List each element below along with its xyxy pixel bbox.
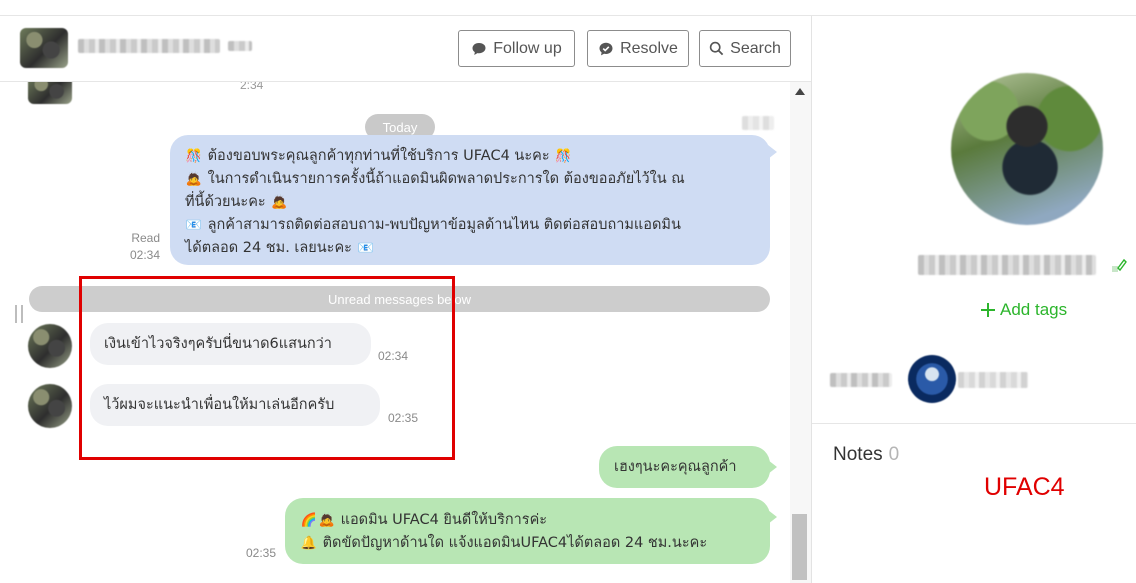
profile-name-redacted	[918, 255, 1096, 275]
message-line: 🔔 ติดขัดปัญหาด้านใด แจ้งแอดมินUFAC4ได้ตล…	[300, 532, 770, 555]
add-tags-label: Add tags	[1000, 300, 1068, 319]
message-text: ไว้ผมจะแนะนำเพื่อนให้มาเล่นอีกครับ	[104, 397, 335, 413]
message-line: 🙇 ในการดำเนินรายการครั้งนี้ถ้าแอดมินผิดพ…	[185, 168, 770, 191]
envelope-icon: 📧	[357, 241, 374, 256]
sidebar-divider	[812, 423, 1136, 424]
message-time: 02:35	[245, 546, 276, 560]
contact-status-redacted	[228, 41, 252, 51]
message-text: ในการดำเนินรายการครั้งนี้ถ้าแอดมินผิดพลา…	[207, 171, 685, 187]
scroll-thumb[interactable]	[792, 514, 807, 580]
read-status: Read	[131, 231, 160, 245]
follow-up-button[interactable]: Follow up	[458, 30, 575, 67]
message-line: 📧 ลูกค้าสามารถติดต่อสอบถาม-พบปัญหาข้อมูล…	[185, 214, 770, 237]
message-time: 02:34	[129, 248, 160, 262]
chat-bubble-icon	[472, 42, 486, 55]
message-text: เงินเข้าไวจริงๆครับนี่ขนาด6แสนกว่า	[104, 336, 332, 352]
bubble-tail	[768, 510, 777, 524]
resolve-button[interactable]: Resolve	[587, 30, 689, 67]
message-line: ได้ตลอด 24 ชม. เลยนะคะ 📧	[185, 237, 770, 260]
bubble-tail	[768, 145, 777, 159]
resize-handle[interactable]	[15, 305, 23, 323]
chat-panel: Follow up Resolve Search 2:34 Today Read…	[0, 16, 812, 583]
sender-avatar[interactable]	[28, 384, 72, 428]
message-list[interactable]: 2:34 Today Read 02:34 🎊 ต้องขอบพระคุณลูก…	[0, 76, 790, 583]
contact-name-redacted	[78, 39, 220, 53]
message-text: ติดขัดปัญหาด้านใด แจ้งแอดมินUFAC4ได้ตลอด…	[322, 535, 708, 551]
contact-avatar[interactable]	[20, 28, 68, 68]
incoming-message[interactable]: เงินเข้าไวจริงๆครับนี่ขนาด6แสนกว่า	[90, 323, 371, 365]
outgoing-message[interactable]: เฮงๆนะคะคุณลูกค้า	[599, 446, 777, 488]
envelope-icon: 📧	[185, 218, 203, 233]
message-time: 02:35	[388, 411, 419, 425]
check-bubble-icon	[599, 42, 613, 55]
plus-icon	[981, 303, 995, 317]
notes-section: Notes 0	[833, 444, 899, 466]
bell-icon: 🔔	[300, 536, 318, 551]
bowing-person-icon: 🙇	[318, 513, 336, 528]
top-bar	[0, 0, 1136, 16]
bowing-person-icon: 🙇	[185, 172, 203, 187]
message-text: ที่นี้ด้วยนะคะ	[185, 194, 266, 210]
message-text: ต้องขอบพระคุณลูกค้าทุกท่านที่ใช้บริการ U…	[207, 148, 550, 164]
edit-pencil-icon[interactable]	[1110, 254, 1128, 274]
redacted-mark	[742, 116, 774, 130]
unread-divider: Unread messages below	[29, 286, 770, 312]
message-text: ได้ตลอด 24 ชม. เลยนะคะ	[185, 240, 352, 256]
note-text[interactable]: UFAC4	[984, 473, 1065, 502]
message-time: 02:34	[378, 349, 409, 363]
profile-picture	[951, 73, 1103, 225]
read-receipt: Read 02:34	[112, 230, 160, 264]
assignee-label-redacted	[830, 373, 892, 387]
search-button[interactable]: Search	[699, 30, 791, 67]
follow-up-label: Follow up	[493, 39, 562, 57]
scrollbar[interactable]	[790, 82, 811, 583]
assignee-name-redacted	[958, 372, 1028, 388]
contact-sidebar: Add tags Notes 0 UFAC4	[812, 16, 1136, 583]
message-text: แอดมิน UFAC4 ยินดีให้บริการค่ะ	[340, 512, 548, 528]
message-line: ที่นี้ด้วยนะคะ 🙇	[185, 191, 770, 214]
scroll-up-arrow-icon[interactable]	[795, 88, 805, 95]
gift-emoji-icon: 🎊	[185, 149, 203, 164]
gift-emoji-icon: 🎊	[555, 149, 572, 164]
message-line: 🎊 ต้องขอบพระคุณลูกค้าทุกท่านที่ใช้บริการ…	[185, 145, 770, 168]
sender-avatar[interactable]	[28, 324, 72, 368]
bubble-tail	[768, 460, 777, 474]
bowing-person-icon: 🙇	[271, 195, 288, 210]
message-text: เฮงๆนะคะคุณลูกค้า	[614, 459, 737, 475]
outgoing-message[interactable]: 🌈 🙇 แอดมิน UFAC4 ยินดีให้บริการค่ะ 🔔 ติดข…	[285, 498, 777, 564]
notes-count: 0	[888, 444, 900, 465]
search-icon	[709, 41, 724, 56]
assignee-avatar[interactable]	[908, 355, 956, 403]
resolve-label: Resolve	[620, 39, 678, 57]
chat-header: Follow up Resolve Search	[0, 16, 811, 82]
rainbow-icon: 🌈	[300, 513, 318, 528]
message-line: 🌈 🙇 แอดมิน UFAC4 ยินดีให้บริการค่ะ	[300, 509, 770, 532]
notes-label: Notes	[833, 444, 883, 465]
message-text: ลูกค้าสามารถติดต่อสอบถาม-พบปัญหาข้อมูลด้…	[207, 217, 681, 233]
outgoing-message[interactable]: 🎊 ต้องขอบพระคุณลูกค้าทุกท่านที่ใช้บริการ…	[170, 135, 777, 265]
add-tags-button[interactable]: Add tags	[980, 300, 1067, 320]
incoming-message[interactable]: ไว้ผมจะแนะนำเพื่อนให้มาเล่นอีกครับ	[90, 384, 380, 426]
search-label: Search	[730, 39, 781, 57]
